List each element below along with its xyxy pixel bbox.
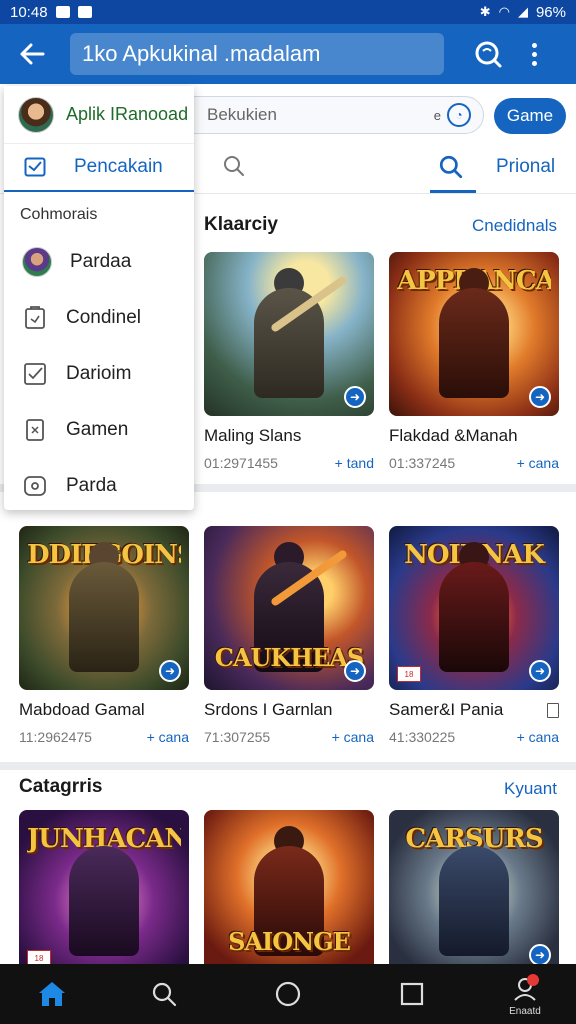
download-icon[interactable]: ➜ (529, 944, 551, 966)
game-logo: SAIONGE (228, 927, 351, 956)
game-thumbnail[interactable]: CAUKHEAS ➜ (204, 526, 374, 690)
game-card[interactable]: NOIRNAK 18 ➜ Samer&I Pania 41:330225 + c… (389, 526, 559, 745)
home-circle-icon[interactable] (272, 978, 304, 1010)
add-button[interactable]: + cana (147, 729, 189, 745)
divider (0, 762, 576, 770)
search-input[interactable]: Bekukien e ◔ (150, 96, 484, 134)
search-nav-icon[interactable] (148, 978, 180, 1010)
game-stat: 11:2962475 (19, 729, 92, 745)
game-thumbnail[interactable]: APPRANCAN GONHIZIT ➜ (389, 252, 559, 416)
recents-icon[interactable] (396, 978, 428, 1010)
add-button[interactable]: + cana (517, 455, 559, 471)
status-time: 10:48 (10, 3, 48, 21)
gamepad-icon (55, 6, 70, 18)
clipboard-icon (25, 306, 45, 329)
game-card[interactable]: JUNHACAN ENCLAUZ 18 (19, 810, 189, 974)
more-options-icon[interactable] (522, 34, 546, 74)
game-thumbnail[interactable]: NOIRNAK 18 ➜ (389, 526, 559, 690)
tab-prional[interactable]: Prional (496, 156, 555, 178)
game-thumbnail[interactable]: ➜ (204, 252, 374, 416)
voice-search-icon[interactable]: ◔ (447, 103, 471, 127)
download-icon[interactable]: ➜ (344, 660, 366, 682)
tab-search-icon[interactable] (438, 154, 466, 182)
download-icon[interactable]: ➜ (529, 386, 551, 408)
drawer-categories-title: Cohmorais (20, 206, 98, 223)
bookmark-icon[interactable] (547, 702, 559, 718)
game-stat: 71:307255 (204, 729, 271, 745)
app-name: Aplik IRanooad (66, 104, 189, 124)
tab-indicator (430, 190, 476, 193)
game-card[interactable]: APPRANCAN GONHIZIT ➜ Flakdad &Manah 01:3… (389, 252, 559, 471)
inbox-icon (24, 157, 46, 177)
game-thumbnail[interactable]: JUNHACAN ENCLAUZ 18 (19, 810, 189, 974)
profile-label: Enaatd (509, 1006, 541, 1017)
section-title: Catagrris (19, 776, 103, 797)
search-icon[interactable] (222, 154, 250, 182)
game-stat: 01:337245 (389, 455, 456, 471)
back-arrow-icon[interactable] (10, 32, 54, 76)
game-card[interactable]: CARSURS UNIAMINR ➜ (389, 810, 559, 974)
app-bar: 1ko Apkukinal .madalam (0, 24, 576, 84)
document-icon (26, 419, 44, 441)
signal-icon: ◢ (517, 4, 528, 19)
add-button[interactable]: + cana (517, 729, 559, 745)
drawer-item-label: Condinel (66, 307, 141, 328)
game-title: Maling Slans (204, 426, 302, 445)
section-title: Klaarciy (204, 214, 278, 235)
drawer-header: Aplik IRanooad (4, 86, 194, 144)
bluetooth-icon: ✱ (479, 4, 491, 19)
add-button[interactable]: + cana (332, 729, 374, 745)
drawer-item[interactable]: Gamen (4, 402, 194, 458)
bottom-nav: Enaatd (0, 964, 576, 1024)
game-button[interactable]: Game (494, 98, 566, 134)
section-link[interactable]: Kyuant (504, 779, 557, 799)
section-link[interactable]: Cnedidnals (472, 216, 557, 236)
game-card[interactable]: DDIEGOINS ➜ Mabdoad Gamal 11:2962475 + c… (19, 526, 189, 745)
drawer-item-label: Darioim (66, 363, 132, 384)
game-thumbnail[interactable]: CARSURS UNIAMINR ➜ (389, 810, 559, 974)
battery-level: 96% (535, 3, 566, 21)
shield-icon (77, 6, 92, 18)
app-screen: 10:48 ✱ ◠ ◢ 96% 1ko Apkukinal .madalam B… (0, 0, 576, 1024)
chat-search-icon[interactable] (468, 34, 508, 74)
checkbox-icon (24, 363, 46, 385)
game-card[interactable]: SAIONGE (204, 810, 374, 974)
game-title: Flakdad &Manah (389, 426, 518, 445)
drawer-item[interactable]: Darioim (4, 346, 194, 402)
game-title: Mabdoad Gamal (19, 700, 145, 719)
status-bar: 10:48 ✱ ◠ ◢ 96% (0, 0, 576, 24)
drawer-item-label: Parda (66, 475, 117, 496)
drawer-item-label: Gamen (66, 419, 129, 440)
game-stat: 01:2971455 (204, 455, 278, 471)
drawer-selected-label: Pencakain (74, 156, 163, 177)
rating-tag: 18 (397, 666, 421, 682)
game-card[interactable]: ➜ Maling Slans 01:2971455 + tand (204, 252, 374, 471)
game-card[interactable]: CAUKHEAS ➜ Srdons I Garnlan 71:307255 + … (204, 526, 374, 745)
game-thumbnail[interactable]: DDIEGOINS ➜ (19, 526, 189, 690)
game-stat: 41:330225 (389, 729, 456, 745)
drawer-item[interactable]: Pardaa (4, 234, 194, 290)
search-meta: e (433, 107, 441, 123)
game-thumbnail[interactable]: SAIONGE (204, 810, 374, 974)
avatar-icon (22, 247, 52, 277)
wifi-icon: ◠ (498, 4, 510, 19)
game-title: Srdons I Garnlan (204, 700, 333, 719)
drawer-item[interactable]: Parda (4, 458, 194, 514)
record-icon (24, 476, 46, 496)
search-placeholder: Bekukien (207, 105, 277, 124)
download-icon[interactable]: ➜ (344, 386, 366, 408)
add-button[interactable]: + tand (335, 455, 374, 471)
profile-icon[interactable] (509, 972, 541, 1004)
app-title-field[interactable]: 1ko Apkukinal .madalam (70, 33, 444, 75)
home-icon[interactable] (36, 978, 68, 1010)
drawer-item[interactable]: Condinel (4, 290, 194, 346)
download-icon[interactable]: ➜ (159, 660, 181, 682)
category-drawer: Aplik IRanooad Pencakain Cohmorais Parda… (4, 86, 194, 510)
download-icon[interactable]: ➜ (529, 660, 551, 682)
drawer-item-label: Pardaa (70, 251, 132, 272)
avatar[interactable] (18, 96, 54, 133)
drawer-selected-item[interactable]: Pencakain (4, 144, 194, 192)
game-title: Samer&I Pania (389, 700, 504, 719)
game-logo: CAUKHEAS (214, 643, 364, 672)
